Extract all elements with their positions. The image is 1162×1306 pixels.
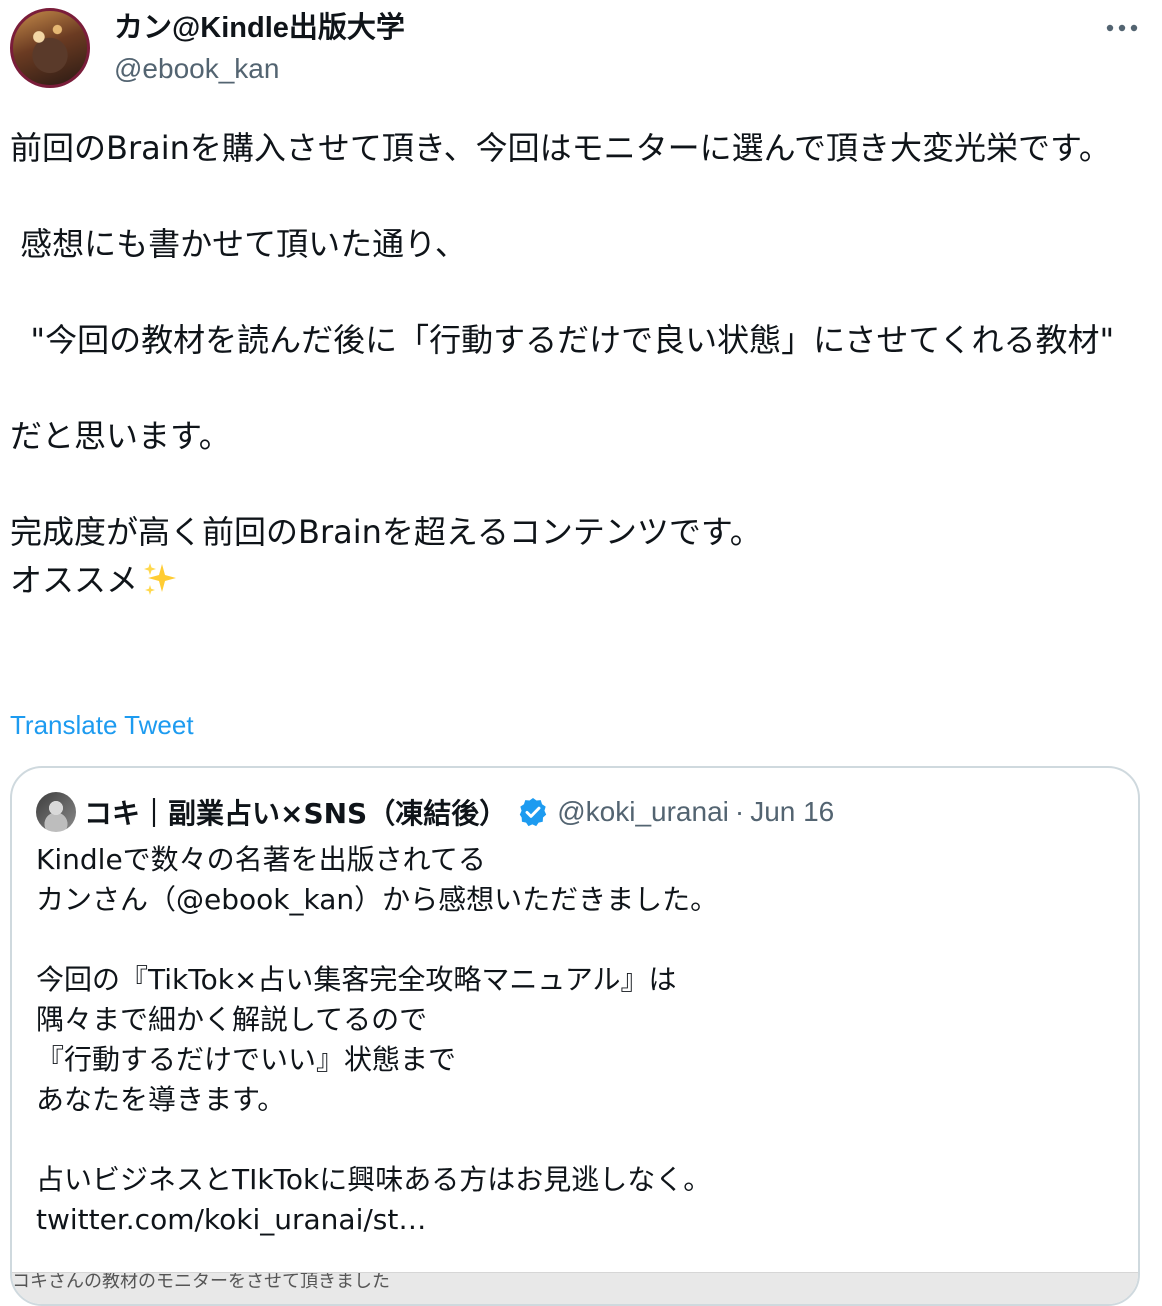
quoted-tweet-date[interactable]: Jun 16 xyxy=(750,796,834,828)
tweet-paragraph: だと思います。 xyxy=(10,417,231,455)
quoted-author-handle[interactable]: @koki_uranai xyxy=(557,796,729,828)
quoted-line: 占いビジネスとTIkTokに興味ある方はお見逃しなく。 xyxy=(36,1163,712,1196)
quoted-author-display-name[interactable]: コキ｜副業占い×SNS（凍結後） xyxy=(84,792,507,832)
author-handle[interactable]: @ebook_kan xyxy=(114,51,279,87)
quoted-line: 隅々まで細かく解説してるので xyxy=(36,1003,428,1036)
quoted-line: カンさん（@ebook_kan）から感想いただきました。 xyxy=(36,883,719,916)
tweet-paragraph: 感想にも書かせて頂いた通り、 xyxy=(10,225,467,263)
tweet-body: 前回のBrainを購入させて頂き、今回はモニターに選んで頂き大変光栄です。 感想… xyxy=(10,124,1140,610)
tweet-card: カン@Kindle出版大学 @ebook_kan 前回のBrainを購入させて頂… xyxy=(0,0,1162,1306)
tweet-paragraph-text: オススメ xyxy=(10,561,139,599)
quoted-author-avatar[interactable] xyxy=(36,792,76,832)
sparkles-icon xyxy=(142,561,178,610)
quoted-line: Kindleで数々の名著を出版されてる xyxy=(36,843,486,876)
more-horizontal-icon xyxy=(1106,24,1138,32)
tweet-paragraph: "今回の教材を読んだ後に「行動するだけで良い状態」にさせてくれる教材" xyxy=(10,321,1115,359)
quoted-line: 今回の『TikTok×占い集客完全攻略マニュアル』は xyxy=(36,963,677,996)
quoted-tweet[interactable]: コキ｜副業占い×SNS（凍結後） @koki_uranai · Jun 16 K… xyxy=(10,766,1140,1306)
quoted-line: あなたを導きます。 xyxy=(36,1083,286,1116)
verified-badge-icon xyxy=(517,796,549,828)
translate-tweet-link[interactable]: Translate Tweet xyxy=(10,707,194,743)
more-options-button[interactable] xyxy=(1100,10,1144,46)
separator-dot: · xyxy=(734,796,745,827)
tweet-paragraph: 前回のBrainを購入させて頂き、今回はモニターに選んで頂き大変光栄です。 xyxy=(10,129,1111,167)
media-caption: コキさんの教材のモニターをさせて頂きました xyxy=(12,1272,390,1292)
author-display-name[interactable]: カン@Kindle出版大学 xyxy=(114,10,405,46)
tweet-paragraph-last: オススメ xyxy=(10,556,1140,610)
quoted-tweet-header: コキ｜副業占い×SNS（凍結後） @koki_uranai · Jun 16 xyxy=(84,792,834,832)
quoted-tweet-body: Kindleで数々の名著を出版されてる カンさん（@ebook_kan）から感想… xyxy=(36,840,1116,1240)
quoted-line: 『行動するだけでいい』状態まで xyxy=(36,1043,457,1076)
quoted-media-preview[interactable]: コキさんの教材のモニターをさせて頂きました xyxy=(12,1272,1138,1304)
quoted-link[interactable]: twitter.com/koki_uranai/st… xyxy=(36,1200,1116,1240)
author-avatar[interactable] xyxy=(10,8,90,88)
tweet-paragraph: 完成度が高く前回のBrainを超えるコンテンツです。 xyxy=(10,513,762,551)
